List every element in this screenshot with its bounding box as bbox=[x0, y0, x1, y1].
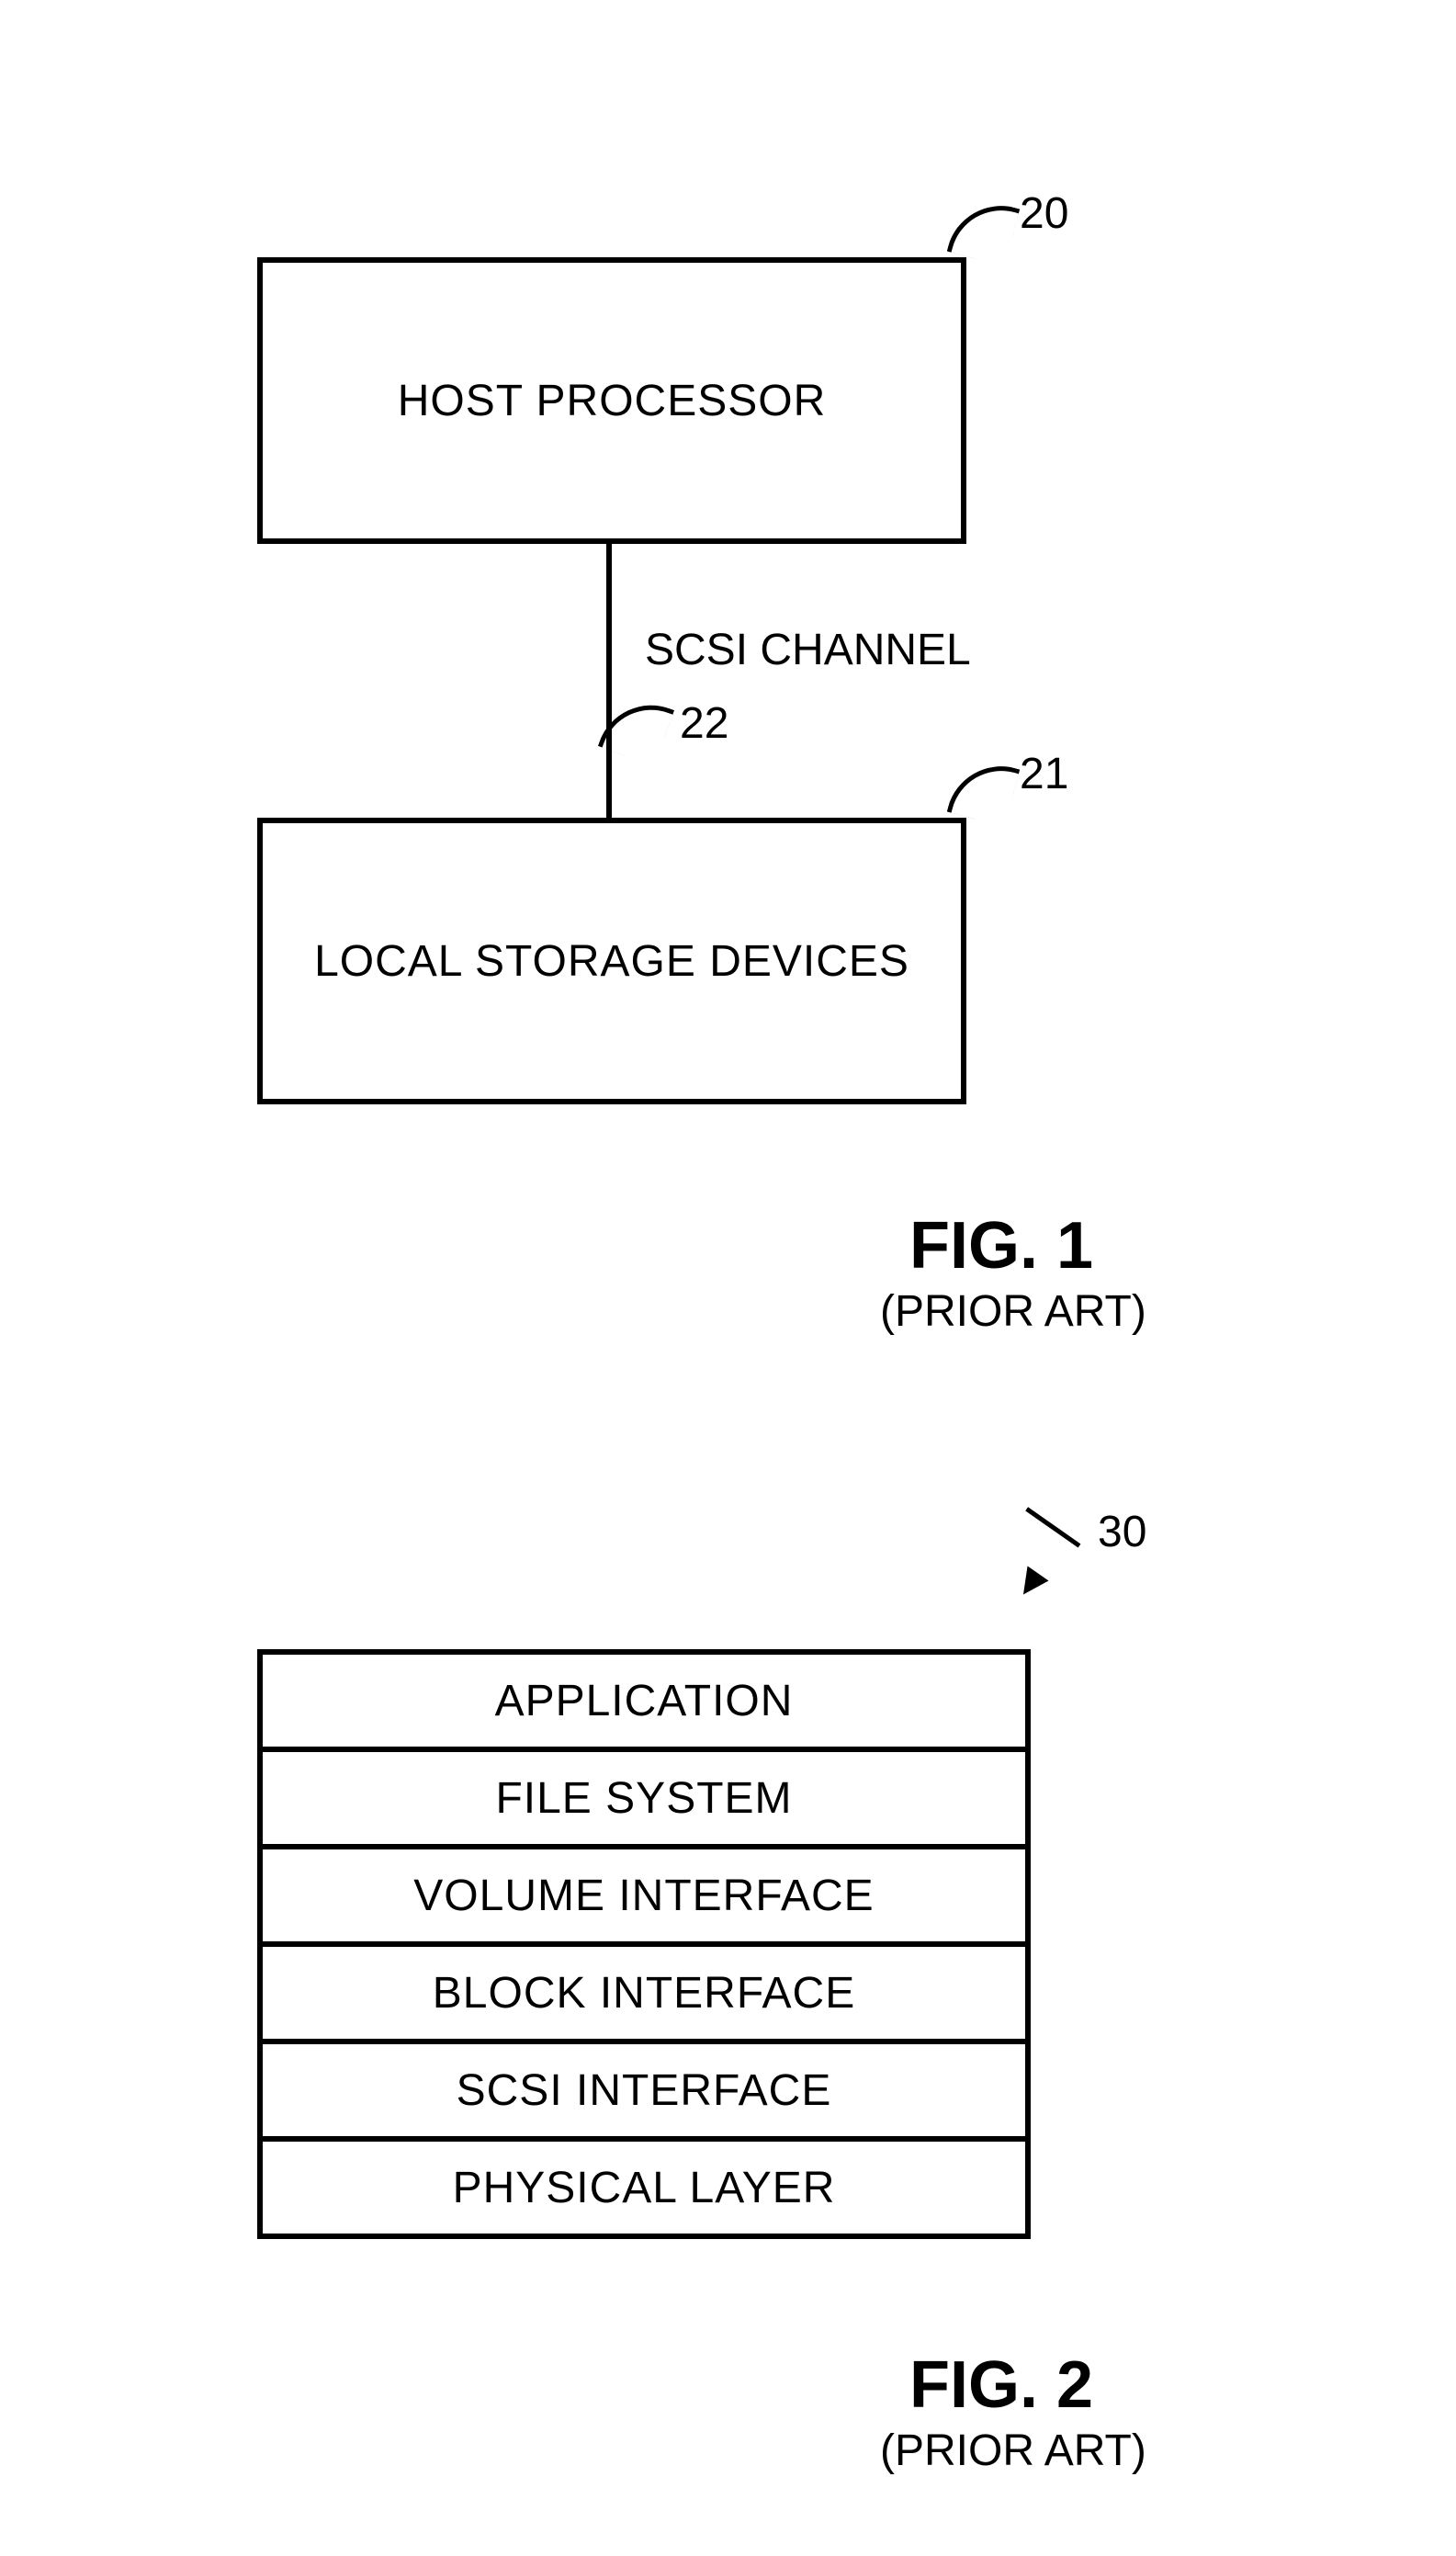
scsi-channel-line bbox=[606, 538, 612, 819]
ref-30-arrow-line bbox=[1025, 1507, 1080, 1547]
callout-arc-21 bbox=[947, 754, 1021, 828]
host-processor-label: HOST PROCESSOR bbox=[398, 376, 827, 426]
stack-layer-label: BLOCK INTERFACE bbox=[433, 1968, 855, 2019]
scsi-channel-label: SCSI CHANNEL bbox=[645, 625, 971, 675]
stack-layer-label: FILE SYSTEM bbox=[495, 1773, 792, 1824]
ref-30-label: 30 bbox=[1098, 1507, 1146, 1557]
callout-arc-20 bbox=[947, 194, 1021, 267]
fig1-title: FIG. 1 bbox=[909, 1208, 1093, 1284]
stack-row-physical-layer: PHYSICAL LAYER bbox=[263, 2136, 1025, 2234]
stack-row-scsi-interface: SCSI INTERFACE bbox=[263, 2039, 1025, 2136]
stack-row-block-interface: BLOCK INTERFACE bbox=[263, 1941, 1025, 2039]
stack-layer-label: SCSI INTERFACE bbox=[457, 2065, 832, 2116]
stack-row-file-system: FILE SYSTEM bbox=[263, 1747, 1025, 1844]
stack-layer-label: APPLICATION bbox=[495, 1676, 794, 1726]
ref-30-arrow-head bbox=[1013, 1566, 1049, 1602]
ref-20-label: 20 bbox=[1020, 188, 1068, 239]
host-processor-box: HOST PROCESSOR bbox=[257, 257, 966, 544]
fig1-subtitle: (PRIOR ART) bbox=[880, 1286, 1146, 1337]
fig2-title: FIG. 2 bbox=[909, 2347, 1093, 2423]
ref-22-label: 22 bbox=[680, 698, 728, 749]
diagram-canvas: HOST PROCESSOR 20 SCSI CHANNEL 22 LOCAL … bbox=[0, 0, 1456, 2556]
ref-21-label: 21 bbox=[1020, 749, 1068, 799]
local-storage-box: LOCAL STORAGE DEVICES bbox=[257, 818, 966, 1104]
stack-layer-label: VOLUME INTERFACE bbox=[413, 1871, 874, 1921]
fig2-subtitle: (PRIOR ART) bbox=[880, 2426, 1146, 2476]
stack-row-volume-interface: VOLUME INTERFACE bbox=[263, 1844, 1025, 1941]
local-storage-label: LOCAL STORAGE DEVICES bbox=[314, 936, 909, 987]
stack-row-application: APPLICATION bbox=[263, 1655, 1025, 1747]
stack-layer-label: PHYSICAL LAYER bbox=[453, 2163, 836, 2213]
layer-stack: APPLICATION FILE SYSTEM VOLUME INTERFACE… bbox=[257, 1649, 1031, 2239]
